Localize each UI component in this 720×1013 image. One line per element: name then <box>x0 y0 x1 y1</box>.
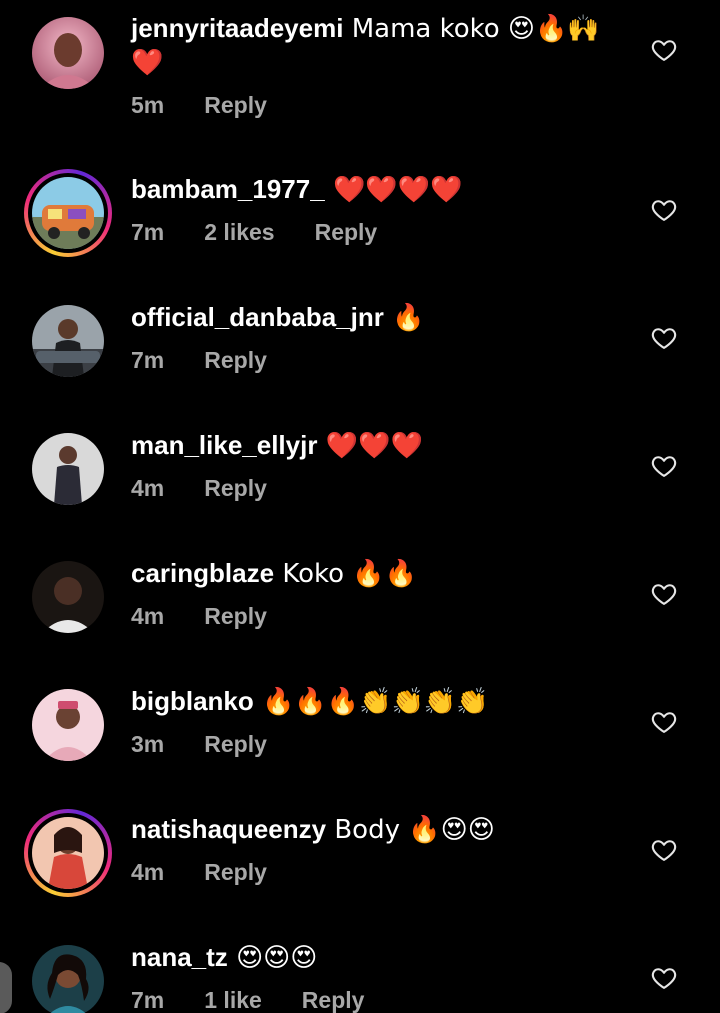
comment-text: 🔥🔥🔥👏👏👏👏 <box>253 687 489 717</box>
edge-scroll-handle[interactable] <box>0 962 12 1013</box>
like-button[interactable] <box>650 580 678 608</box>
comment-time: 4m <box>131 603 165 629</box>
comment-meta: 3m Reply <box>131 731 630 758</box>
avatar-image <box>32 305 104 377</box>
comment-meta: 7m 1 like Reply <box>131 987 630 1013</box>
heart-outline-icon <box>651 456 677 477</box>
comment-line: caringblaze Koko 🔥🔥 <box>131 557 630 591</box>
comment-time: 7m <box>131 987 165 1013</box>
reply-button[interactable]: Reply <box>204 603 267 630</box>
comment-meta: 4m Reply <box>131 603 630 630</box>
comment-time: 7m <box>131 219 165 245</box>
like-button[interactable] <box>650 452 678 480</box>
reply-button[interactable]: Reply <box>302 987 365 1013</box>
like-button[interactable] <box>650 36 678 64</box>
avatar[interactable] <box>32 689 104 761</box>
comment-time: 7m <box>131 347 165 373</box>
avatar[interactable] <box>32 433 104 505</box>
heart-outline-icon <box>651 712 677 733</box>
avatar[interactable] <box>32 561 104 633</box>
comment-line: bambam_1977_ ❤️❤️❤️❤️ <box>131 173 630 207</box>
comment-time: 5m <box>131 92 165 118</box>
avatar-image <box>32 433 104 505</box>
avatar-story-ring[interactable] <box>24 169 112 257</box>
comment-meta: 7m Reply <box>131 347 630 374</box>
comment-line: official_danbaba_jnr 🔥 <box>131 301 630 335</box>
avatar-image <box>32 689 104 761</box>
avatar[interactable] <box>32 945 104 1013</box>
reply-button[interactable]: Reply <box>204 475 267 502</box>
comment-text: Koko 🔥🔥 <box>274 559 418 589</box>
comment-username[interactable]: official_danbaba_jnr <box>131 302 384 332</box>
comment-text: ❤️❤️❤️ <box>317 431 423 461</box>
avatar[interactable] <box>32 305 104 377</box>
comment-line: natishaqueenzy Body 🔥😍😍 <box>131 813 630 847</box>
comment-text: ❤️❤️❤️❤️ <box>324 175 463 205</box>
heart-outline-icon <box>651 840 677 861</box>
comment-username[interactable]: bigblanko <box>131 686 254 716</box>
comment-meta: 4m Reply <box>131 859 630 886</box>
comment-meta: 7m 2 likes Reply <box>131 219 630 246</box>
reply-button[interactable]: Reply <box>204 92 267 119</box>
heart-outline-icon <box>651 40 677 61</box>
comment-username[interactable]: man_like_ellyjr <box>131 430 317 460</box>
comment-line: man_like_ellyjr ❤️❤️❤️ <box>131 429 630 463</box>
comment-time: 4m <box>131 475 165 501</box>
reply-button[interactable]: Reply <box>315 219 378 246</box>
reply-button[interactable]: Reply <box>204 859 267 886</box>
like-button[interactable] <box>650 196 678 224</box>
comment-text: Body 🔥😍😍 <box>326 815 495 845</box>
heart-outline-icon <box>651 584 677 605</box>
comment-line: bigblanko 🔥🔥🔥👏👏👏👏 <box>131 685 630 719</box>
avatar-story-ring[interactable] <box>24 809 112 897</box>
comment-line: nana_tz 😍😍😍 <box>131 941 630 975</box>
heart-outline-icon <box>651 200 677 221</box>
comment-time: 3m <box>131 731 165 757</box>
reply-button[interactable]: Reply <box>204 731 267 758</box>
comments-list: jennyritaadeyemi Mama koko 😍🔥🙌 ❤️ 5m Rep… <box>0 0 720 1013</box>
comment-username[interactable]: natishaqueenzy <box>131 814 326 844</box>
avatar-image <box>32 817 104 889</box>
comment-username[interactable]: caringblaze <box>131 558 274 588</box>
comment-username[interactable]: bambam_1977_ <box>131 174 325 204</box>
comment-text: 😍😍😍 <box>227 943 318 973</box>
like-button[interactable] <box>650 836 678 864</box>
comment-time: 4m <box>131 859 165 885</box>
heart-outline-icon <box>651 968 677 989</box>
avatar-image <box>32 561 104 633</box>
comment-text: 🔥 <box>383 303 425 333</box>
comment-likes[interactable]: 1 like <box>204 987 262 1013</box>
avatar[interactable] <box>32 17 104 89</box>
reply-button[interactable]: Reply <box>204 347 267 374</box>
like-button[interactable] <box>650 708 678 736</box>
comment-likes[interactable]: 2 likes <box>204 219 274 246</box>
comment-meta: 4m Reply <box>131 475 630 502</box>
like-button[interactable] <box>650 324 678 352</box>
comment-line: jennyritaadeyemi Mama koko 😍🔥🙌 ❤️ <box>131 12 630 80</box>
comment-meta: 5m Reply <box>131 92 630 119</box>
avatar-image <box>32 17 104 89</box>
avatar-image <box>32 945 104 1013</box>
like-button[interactable] <box>650 964 678 992</box>
comment-username[interactable]: jennyritaadeyemi <box>131 13 343 43</box>
comment-username[interactable]: nana_tz <box>131 942 228 972</box>
avatar-image <box>32 177 104 249</box>
heart-outline-icon <box>651 328 677 349</box>
